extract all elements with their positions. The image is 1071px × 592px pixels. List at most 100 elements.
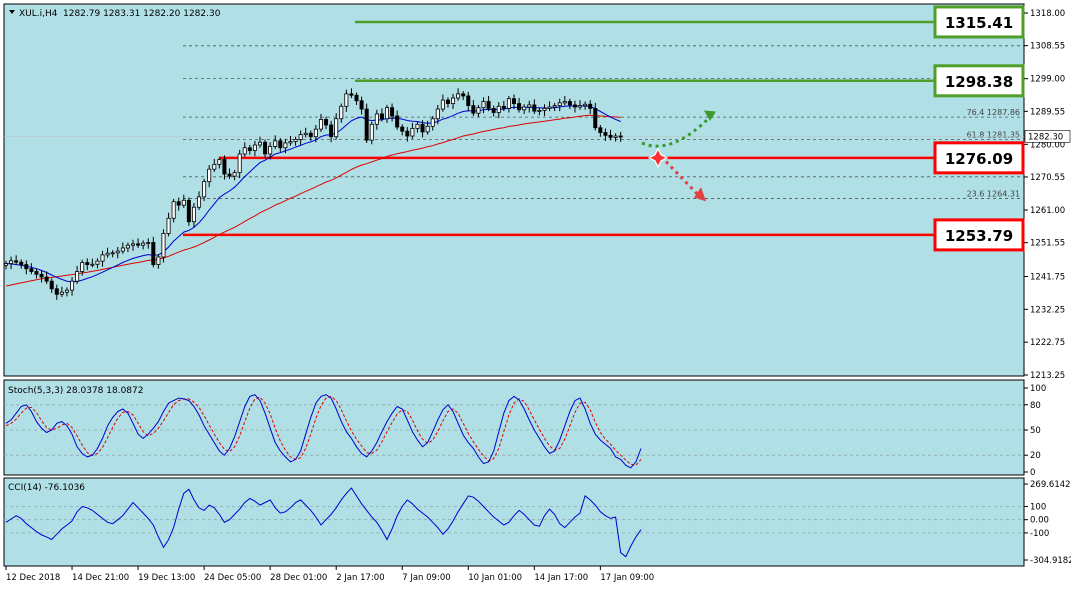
candle-body [456, 93, 461, 99]
cci-y-tick-label: 100 [1030, 502, 1046, 512]
candle-body [542, 107, 547, 111]
cci-y-tick-label: -100 [1030, 529, 1049, 539]
candle-body [491, 107, 496, 113]
candle-body [222, 159, 227, 175]
fibonacci-label: 61.8 1281.35 [967, 131, 1020, 140]
candle-body [146, 242, 151, 244]
resistance-upper-label: 1315.41 [945, 14, 1013, 32]
candle-body [547, 106, 552, 109]
candle-body [527, 104, 532, 108]
x-tick-label: 12 Dec 2018 [6, 573, 60, 583]
y-tick-label: 1261.00 [1030, 206, 1065, 216]
candle-body [44, 276, 49, 282]
candle-body [593, 107, 598, 129]
candle-body [496, 105, 501, 113]
candle-body [293, 139, 298, 142]
candle-body [207, 168, 212, 183]
candle-body [588, 103, 593, 109]
y-tick-label: 1299.00 [1030, 75, 1065, 85]
candle-body [212, 163, 217, 170]
support-lower-label: 1253.79 [945, 227, 1013, 245]
candle-body [354, 94, 359, 102]
candle-body [54, 288, 59, 295]
candle-body [4, 263, 9, 266]
candle-body [603, 132, 608, 136]
candle-body [567, 101, 572, 106]
candle-body [278, 140, 283, 149]
candle-body [390, 107, 395, 117]
stoch-y-tick-label: 0 [1030, 468, 1035, 478]
candle-body [486, 101, 491, 109]
candle-body [344, 93, 349, 107]
candle-body [303, 132, 308, 136]
x-tick-label: 19 Dec 13:00 [138, 573, 195, 583]
y-tick-label: 1289.55 [1030, 107, 1065, 117]
trading-chart-window: 76.4 1287.86 61.8 1281.35 23.6 1264.31 131… [0, 0, 1071, 588]
candle-body [379, 113, 384, 120]
candle-body [476, 107, 481, 114]
candle-body [405, 130, 410, 137]
x-tick-label: 7 Jan 09:00 [402, 573, 450, 583]
y-tick-label: 1318.00 [1030, 9, 1065, 19]
candle-body [100, 254, 105, 262]
x-tick-label: 14 Dec 21:00 [72, 573, 129, 583]
candle-body [298, 134, 303, 140]
y-tick-label: 1308.55 [1030, 42, 1065, 52]
candle-body [130, 243, 135, 246]
stoch-y-tick-label: 100 [1030, 384, 1046, 394]
stoch-y-tick-label: 20 [1030, 451, 1041, 461]
y-tick-label: 1270.55 [1030, 173, 1065, 183]
candle-body [34, 271, 39, 275]
candle-body [156, 256, 161, 265]
cci-y-tick-label: -304.9182 [1030, 556, 1071, 566]
candle-body [191, 206, 196, 223]
candle-body [110, 252, 115, 255]
candle-body [70, 280, 75, 291]
candle-body [451, 97, 456, 104]
candle-body [425, 125, 430, 133]
candle-body [273, 140, 278, 147]
candle-body [400, 126, 405, 132]
candle-body [161, 233, 166, 258]
candle-body [313, 128, 318, 138]
candle-body [522, 106, 527, 111]
candle-body [557, 102, 562, 107]
x-tick-label: 14 Jan 17:00 [534, 573, 588, 583]
candle-body [572, 104, 577, 108]
stoch-title: Stoch(5,3,3) 28.0378 18.0872 [8, 386, 143, 396]
candle-body [445, 99, 450, 104]
candle-body [512, 98, 517, 104]
candle-body [395, 115, 400, 128]
candle-body [268, 145, 273, 155]
candle-body [80, 262, 85, 272]
candle-body [308, 132, 313, 138]
cci-panel [3, 477, 1025, 567]
candle-body [237, 153, 242, 174]
x-tick-label: 24 Dec 05:00 [204, 573, 261, 583]
candle-body [506, 98, 511, 109]
candle-body [166, 217, 171, 234]
candle-body [85, 262, 90, 265]
x-tick-label: 2 Jan 17:00 [336, 573, 384, 583]
candle-body [583, 103, 588, 107]
candle-body [19, 261, 24, 265]
stochastic-panel [3, 379, 1025, 476]
candle-body [49, 280, 54, 290]
candle-body [618, 135, 623, 138]
candle-body [105, 252, 110, 256]
candle-body [339, 105, 344, 120]
candle-body [283, 142, 288, 149]
candle-body [181, 199, 186, 206]
candle-body [364, 108, 369, 141]
candle-body [186, 199, 191, 223]
candle-body [608, 134, 613, 138]
resistance-label: 1298.38 [945, 73, 1013, 91]
symbol-label: XUL.i,H4 [19, 9, 58, 19]
candle-body [64, 289, 69, 293]
candle-body [420, 123, 425, 133]
candle-body [115, 250, 120, 254]
candle-body [24, 264, 29, 270]
candle-body [136, 243, 141, 246]
candle-body [318, 119, 323, 130]
main-price-panel [3, 3, 1025, 377]
